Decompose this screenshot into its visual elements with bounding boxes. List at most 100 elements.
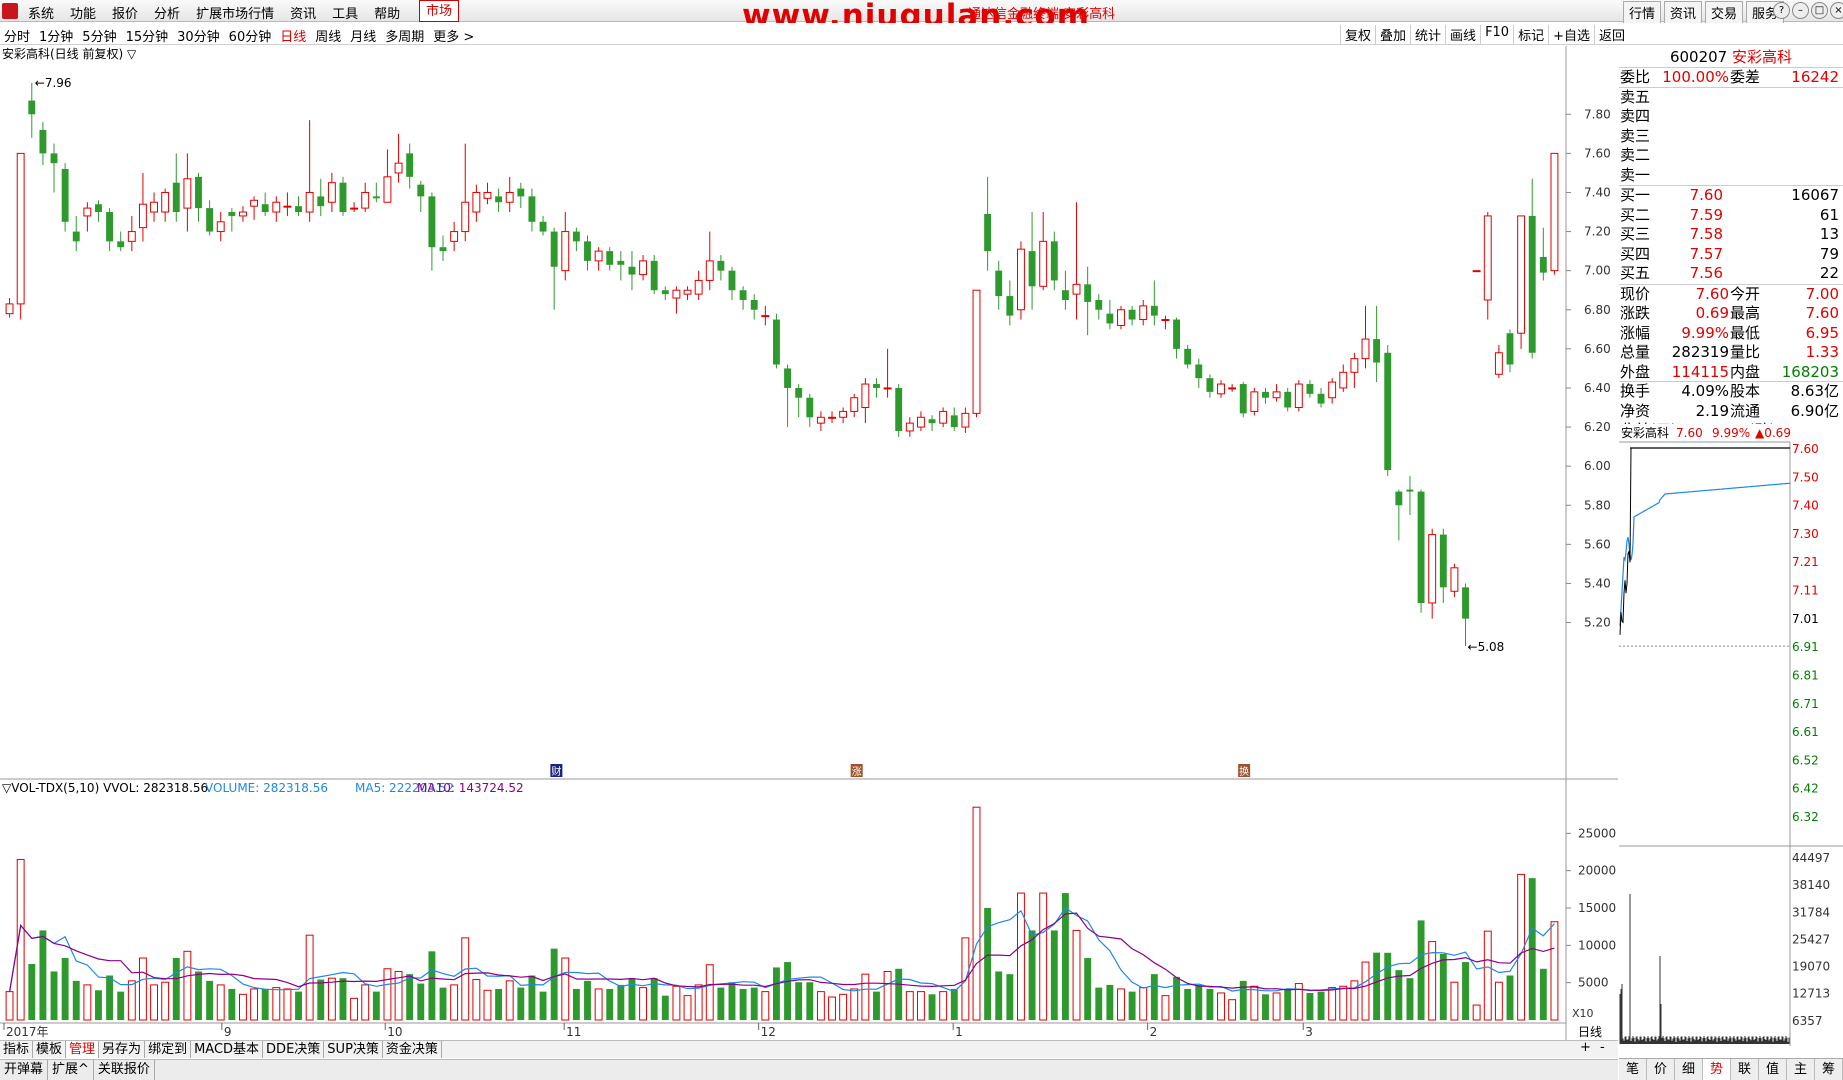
tool-5[interactable]: 标记 <box>1513 25 1548 44</box>
vol-unit: X10 <box>1572 1007 1594 1020</box>
volume-bar <box>1284 988 1292 1020</box>
status-item-0[interactable]: 开弹幕 <box>0 1060 49 1080</box>
tool-1[interactable]: 叠加 <box>1375 25 1410 44</box>
sell-row: 卖三 <box>1619 127 1843 147</box>
zoom-out-button[interactable]: - <box>1600 1040 1605 1055</box>
quote-tab-4[interactable]: 联 <box>1731 1059 1759 1080</box>
volume-bar <box>1106 984 1114 1020</box>
kline-chart-area[interactable]: 安彩高科(日线 前复权) ▽ 7.80 7.60 7.40 7.20 7.00 6.80 6.… <box>0 46 1618 1042</box>
mini-price-tick: 7.30 <box>1792 527 1819 541</box>
mini-price-tick: 6.71 <box>1792 697 1819 711</box>
help-icon[interactable]: ? <box>1773 2 1790 19</box>
period-8[interactable]: 月线 <box>350 26 376 45</box>
volume-bar <box>483 989 492 1021</box>
volume-bar <box>350 997 359 1021</box>
volume-bar <box>1462 962 1469 1020</box>
top-tab-0[interactable]: 行情 <box>1623 1 1662 24</box>
period-2[interactable]: 5分钟 <box>82 26 116 45</box>
volume-bar <box>216 984 225 1021</box>
minimize-icon[interactable]: – <box>1792 2 1809 19</box>
volume-bar <box>450 984 459 1021</box>
volume-bar <box>428 951 436 1020</box>
candle <box>1550 152 1559 275</box>
indicator-tab-6[interactable]: DDE决策 <box>263 1041 325 1058</box>
low-price-label: ←5.08 <box>1468 640 1505 654</box>
indicator-tab-2[interactable]: 管理 <box>66 1041 100 1058</box>
stat-value-2: 168203 <box>1781 362 1839 381</box>
indicator-tab-4[interactable]: 绑定到 <box>145 1041 192 1058</box>
price-tick-label: 6.80 <box>1584 303 1611 317</box>
quote-tab-5[interactable]: 值 <box>1759 1059 1787 1080</box>
volume-bar <box>561 957 570 1021</box>
close-icon[interactable]: × <box>1830 2 1843 19</box>
volume-bar <box>828 996 836 1021</box>
date-label: 9 <box>224 1025 232 1039</box>
intraday-mini-chart[interactable]: 安彩高科 7.60 9.99% ▲0.69 7.60 7.50 7.40 7.30 7.21 7.… <box>1619 424 1843 1062</box>
mini-price-tick: 7.50 <box>1792 470 1819 484</box>
status-item-2[interactable]: 关联报价 <box>94 1060 155 1080</box>
top-tab-1[interactable]: 资讯 <box>1664 1 1703 24</box>
menu-item-5[interactable]: 资讯 <box>290 3 316 22</box>
period-10[interactable]: 更多 > <box>433 26 474 45</box>
window-controls: ? – □ × <box>1773 2 1843 19</box>
volume-bar <box>272 987 281 1021</box>
menu-item-3[interactable]: 分析 <box>154 3 180 22</box>
volume-bar <box>5 991 14 1021</box>
menu-item-1[interactable]: 功能 <box>70 3 96 22</box>
indicator-tab-3[interactable]: 另存为 <box>99 1041 146 1058</box>
maximize-icon[interactable]: □ <box>1811 2 1828 19</box>
period-7[interactable]: 周线 <box>315 26 341 45</box>
tool-2[interactable]: 统计 <box>1410 25 1445 44</box>
indicator-tab-7[interactable]: SUP决策 <box>324 1041 383 1058</box>
period-1[interactable]: 1分钟 <box>39 26 73 45</box>
volume-bar <box>406 974 414 1020</box>
stat-value-2: 7.00 <box>1805 284 1839 303</box>
app-logo-icon[interactable] <box>2 3 18 19</box>
tool-0[interactable]: 复权 <box>1340 25 1375 44</box>
period-4[interactable]: 30分钟 <box>177 26 220 45</box>
tool-7[interactable]: 返回 <box>1594 25 1629 44</box>
quote-tab-3[interactable]: 势 <box>1703 1059 1731 1080</box>
status-bar: 开弹幕 扩展^ 关联报价 <box>0 1059 1618 1080</box>
quote-tab-6[interactable]: 主 <box>1787 1059 1815 1080</box>
indicator-tab-8[interactable]: 资金决策 <box>383 1041 442 1058</box>
menu-item-0[interactable]: 系统 <box>28 3 54 22</box>
tool-6[interactable]: +自选 <box>1548 25 1594 44</box>
intraday-chart[interactable]: 安彩高科 7.60 9.99% ▲0.697.607.507.407.307.217.… <box>1619 424 1843 1058</box>
volume-bar <box>505 980 514 1021</box>
tool-3[interactable]: 画线 <box>1445 25 1480 44</box>
candle <box>1239 382 1247 418</box>
indicator-tab-0[interactable]: 指标 <box>0 1041 34 1058</box>
period-9[interactable]: 多周期 <box>385 26 424 45</box>
period-6[interactable]: 日线 <box>280 26 306 45</box>
tool-4[interactable]: F10 <box>1480 25 1513 44</box>
quote-tab-2[interactable]: 细 <box>1675 1059 1703 1080</box>
indicator-tab-5[interactable]: MACD基本 <box>191 1041 264 1058</box>
period-0[interactable]: 分时 <box>4 26 30 45</box>
high-price-label: ←7.96 <box>35 76 72 90</box>
top-tab-2[interactable]: 交易 <box>1705 1 1744 24</box>
volume-bar <box>528 975 536 1020</box>
volume-bar <box>661 995 669 1020</box>
zoom-in-button[interactable]: + <box>1580 1040 1591 1055</box>
stat-row: 涨幅 9.99% 最低 6.95 <box>1619 324 1843 344</box>
menu-item-6[interactable]: 工具 <box>332 3 358 22</box>
period-3[interactable]: 15分钟 <box>126 26 169 45</box>
status-item-1[interactable]: 扩展^ <box>48 1060 94 1080</box>
candle <box>1517 215 1526 349</box>
menu-item-2[interactable]: 报价 <box>112 3 138 22</box>
quote-tab-0[interactable]: 笔 <box>1619 1059 1647 1080</box>
sell-row: 卖二 <box>1619 146 1843 166</box>
volume-bar <box>150 984 158 1021</box>
vol-tick-label: 10000 <box>1578 938 1616 952</box>
period-5[interactable]: 60分钟 <box>229 26 272 45</box>
market-tab[interactable]: 市场 <box>419 0 459 22</box>
quote-header: 600207 安彩高科 <box>1619 46 1843 68</box>
indicator-tab-1[interactable]: 模板 <box>33 1041 67 1058</box>
quote-tab-1[interactable]: 价 <box>1647 1059 1675 1080</box>
volume-bar <box>383 968 392 1021</box>
kline-chart[interactable]: 安彩高科(日线 前复权) ▽ 7.80 7.60 7.40 7.20 7.00 6.80 6.… <box>0 46 1618 1042</box>
menu-item-7[interactable]: 帮助 <box>374 3 400 22</box>
quote-tab-7[interactable]: 筹 <box>1815 1059 1843 1080</box>
menu-item-4[interactable]: 扩展市场行情 <box>196 3 274 22</box>
